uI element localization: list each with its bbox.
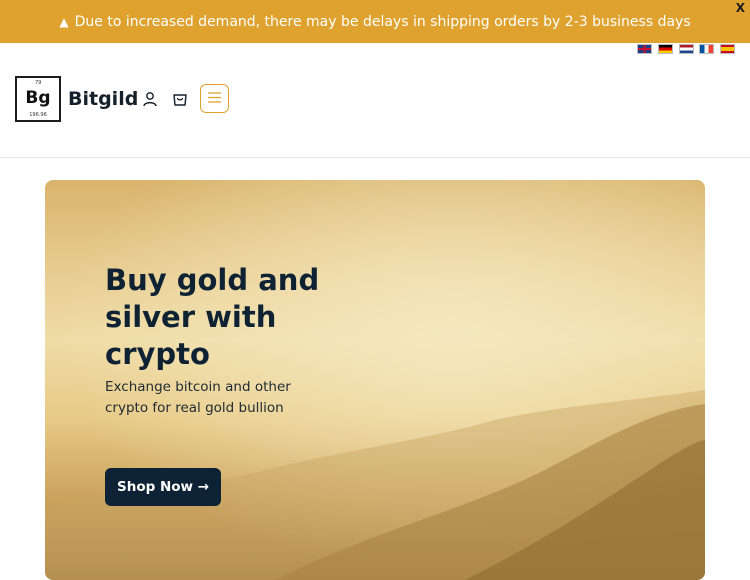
hero-banner: Buy gold and silver with crypto Exchange… [45, 180, 705, 580]
brand-name[interactable]: Bitgild [68, 88, 138, 110]
hero-subtitle: Exchange bitcoin and other crypto for re… [105, 379, 291, 416]
flag-nl-icon[interactable] [679, 44, 694, 54]
hero-title: Buy gold and silver with crypto [105, 263, 320, 371]
logo-atomic-mass: 196.96 [29, 112, 47, 118]
logo-symbol: Bg [25, 88, 51, 108]
flag-es-icon[interactable] [720, 44, 735, 54]
flag-fr-icon[interactable] [699, 44, 714, 54]
close-notice-button[interactable]: X [736, 1, 745, 15]
shipping-notice-text: Due to increased demand, there may be de… [74, 13, 691, 30]
menu-icon [207, 89, 222, 108]
flag-de-icon[interactable] [658, 44, 673, 54]
user-icon[interactable] [140, 89, 160, 109]
logo-atomic-number: 79 [35, 80, 42, 86]
warning-icon: ▲ [59, 14, 69, 29]
shipping-notice-bar: ▲ Due to increased demand, there may be … [0, 0, 750, 43]
shop-now-button[interactable]: Shop Now → [105, 468, 221, 506]
cart-icon[interactable] [170, 89, 190, 109]
flag-gb-icon[interactable] [637, 44, 652, 54]
menu-button[interactable] [200, 84, 229, 113]
site-header: 79 Bg 196.96 Bitgild [0, 56, 750, 158]
logo[interactable]: 79 Bg 196.96 [15, 76, 61, 122]
